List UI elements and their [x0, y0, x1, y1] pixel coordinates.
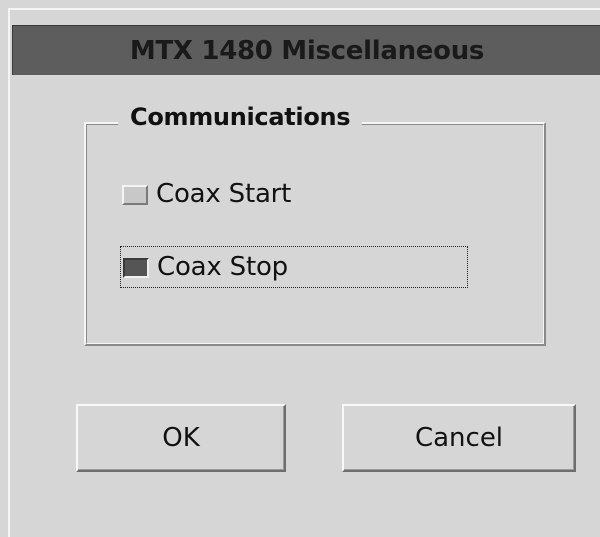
ok-button[interactable]: OK — [76, 404, 286, 472]
coax-start-label: Coax Start — [156, 179, 292, 209]
coax-start-radio-indicator[interactable] — [122, 185, 148, 205]
title-bar[interactable]: MTX 1480 Miscellaneous — [12, 25, 600, 75]
communications-legend: Communications — [118, 100, 363, 134]
dialog-window: MTX 1480 Miscellaneous Communications Co… — [0, 0, 600, 537]
coax-stop-radio-indicator[interactable] — [123, 258, 149, 278]
communications-groupbox — [84, 122, 546, 346]
cancel-button[interactable]: Cancel — [342, 404, 576, 472]
coax-stop-label: Coax Stop — [157, 252, 288, 282]
window-title: MTX 1480 Miscellaneous — [129, 36, 485, 66]
groupbox-bevel — [86, 124, 544, 344]
coax-start-option[interactable]: Coax Start — [122, 175, 291, 213]
coax-stop-option[interactable]: Coax Stop — [120, 246, 468, 288]
